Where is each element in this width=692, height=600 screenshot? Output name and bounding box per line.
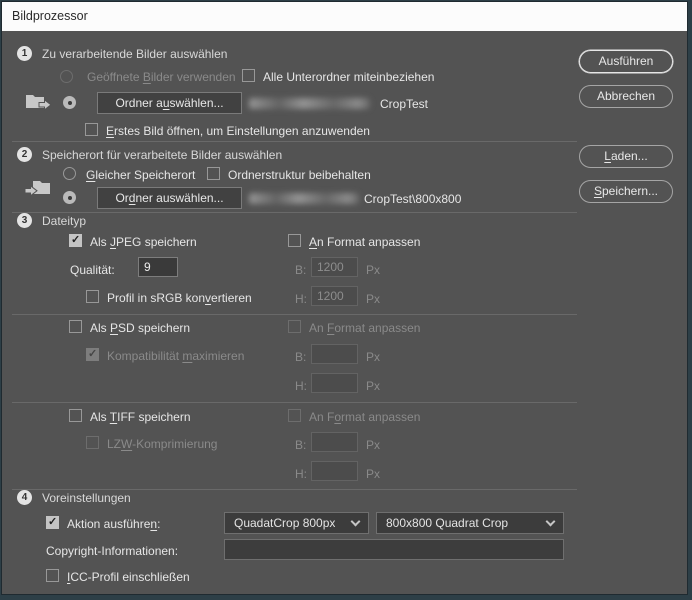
same-location-radio[interactable] [63, 167, 76, 180]
destination-folder-icon [24, 178, 52, 198]
psd-width-unit: Px [366, 350, 380, 364]
run-action-checkbox[interactable]: ✓ [46, 516, 59, 529]
open-first-image-checkbox[interactable] [85, 123, 98, 136]
chevron-down-icon [546, 516, 556, 526]
section-3-title: Dateityp [42, 214, 86, 228]
tiff-height-label: H: [295, 467, 307, 481]
include-icc-checkbox[interactable] [46, 569, 59, 582]
destination-path-suffix: CropTest\800x800 [364, 192, 461, 206]
section-divider [12, 141, 577, 142]
include-subfolders-label[interactable]: Alle Unterordner miteinbeziehen [263, 70, 434, 84]
check-icon: ✓ [88, 347, 97, 360]
section-1-title: Zu verarbeitende Bilder auswählen [42, 47, 227, 61]
section-1-number: 1 [17, 46, 32, 61]
open-first-image-label[interactable]: Erstes Bild öffnen, um Einstellungen anz… [106, 124, 370, 138]
lzw-compression-checkbox [86, 436, 99, 449]
include-icc-label[interactable]: ICC-Profil einschließen [67, 570, 190, 584]
include-subfolders-checkbox[interactable] [242, 69, 255, 82]
source-folder-radio[interactable] [63, 96, 76, 109]
section-4-number: 4 [17, 490, 32, 505]
section-2-number: 2 [17, 147, 32, 162]
action-set-select[interactable]: QuadatCrop 800px [224, 512, 369, 534]
psd-width-label: B: [295, 350, 306, 364]
jpeg-width-unit: Px [366, 263, 380, 277]
run-action-label[interactable]: Aktion ausführen: [67, 517, 160, 531]
jpeg-width-label: B: [295, 263, 306, 277]
jpeg-quality-label: Qualität: [70, 263, 115, 277]
jpeg-width-input [311, 257, 358, 277]
source-path-suffix: CropTest [380, 97, 428, 111]
tiff-resize-checkbox [288, 409, 301, 422]
title-bar[interactable]: Bildprozessor [2, 2, 687, 31]
tiff-height-unit: Px [366, 467, 380, 481]
section-2-title: Speicherort für verarbeitete Bilder ausw… [42, 148, 282, 162]
psd-height-label: H: [295, 379, 307, 393]
section-3-number: 3 [17, 213, 32, 228]
check-icon: ✓ [48, 515, 57, 528]
save-button[interactable]: Speichern... [579, 180, 673, 203]
keep-structure-checkbox[interactable] [207, 167, 220, 180]
chevron-down-icon [351, 516, 361, 526]
action-name-select[interactable]: 800x800 Quadrat Crop [376, 512, 564, 534]
check-icon: ✓ [71, 233, 80, 246]
psd-resize-label: An Format anpassen [309, 321, 420, 335]
section-divider [12, 314, 577, 315]
jpeg-height-unit: Px [366, 292, 380, 306]
run-button[interactable]: Ausführen [579, 50, 673, 73]
section-4-title: Voreinstellungen [42, 491, 131, 505]
redacted-source-path [249, 98, 370, 109]
save-tiff-checkbox[interactable] [69, 409, 82, 422]
use-open-images-radio [60, 70, 73, 83]
choose-source-folder-button[interactable]: Ordner auswählen... [97, 92, 242, 114]
save-jpeg-label[interactable]: Als JPEG speichern [90, 235, 197, 249]
use-open-images-label: Geöffnete Bilder verwenden [87, 70, 236, 84]
save-psd-checkbox[interactable] [69, 320, 82, 333]
cancel-button[interactable]: Abbrechen [579, 85, 673, 108]
psd-height-input [311, 373, 358, 393]
image-processor-dialog: Bildprozessor Ausführen Abbrechen Laden.… [1, 1, 688, 595]
psd-resize-checkbox [288, 320, 301, 333]
lzw-compression-label: LZW-Komprimierung [107, 437, 217, 451]
destination-folder-radio[interactable] [63, 191, 76, 204]
keep-structure-label[interactable]: Ordnerstruktur beibehalten [228, 168, 371, 182]
tiff-resize-label: An Format anpassen [309, 410, 420, 424]
section-divider [12, 212, 577, 213]
maximize-compatibility-label: Kompatibilität maximieren [107, 349, 244, 363]
section-divider [12, 402, 577, 403]
tiff-width-label: B: [295, 438, 306, 452]
psd-height-unit: Px [366, 379, 380, 393]
convert-srgb-checkbox[interactable] [86, 290, 99, 303]
psd-width-input [311, 344, 358, 364]
save-tiff-label[interactable]: Als TIFF speichern [90, 410, 191, 424]
jpeg-resize-label[interactable]: An Format anpassen [309, 235, 420, 249]
redacted-destination-path [249, 193, 359, 204]
choose-destination-folder-button[interactable]: Ordner auswählen... [97, 187, 242, 209]
save-jpeg-checkbox[interactable]: ✓ [69, 234, 82, 247]
load-button[interactable]: Laden... [579, 145, 673, 168]
jpeg-height-label: H: [295, 292, 307, 306]
source-folder-icon [24, 92, 52, 112]
copyright-label: Copyright-Informationen: [46, 544, 178, 558]
dialog-title: Bildprozessor [12, 9, 88, 23]
jpeg-height-input [311, 286, 358, 306]
tiff-height-input [311, 461, 358, 481]
save-psd-label[interactable]: Als PSD speichern [90, 321, 190, 335]
tiff-width-input [311, 432, 358, 452]
tiff-width-unit: Px [366, 438, 380, 452]
convert-srgb-label[interactable]: Profil in sRGB konvertieren [107, 291, 252, 305]
same-location-label[interactable]: Gleicher Speicherort [86, 168, 195, 182]
copyright-input[interactable] [224, 539, 564, 560]
action-set-value: QuadatCrop 800px [234, 516, 335, 530]
action-name-value: 800x800 Quadrat Crop [386, 516, 508, 530]
maximize-compatibility-checkbox: ✓ [86, 348, 99, 361]
section-divider [12, 489, 577, 490]
jpeg-resize-checkbox[interactable] [288, 234, 301, 247]
jpeg-quality-input[interactable] [138, 257, 178, 277]
